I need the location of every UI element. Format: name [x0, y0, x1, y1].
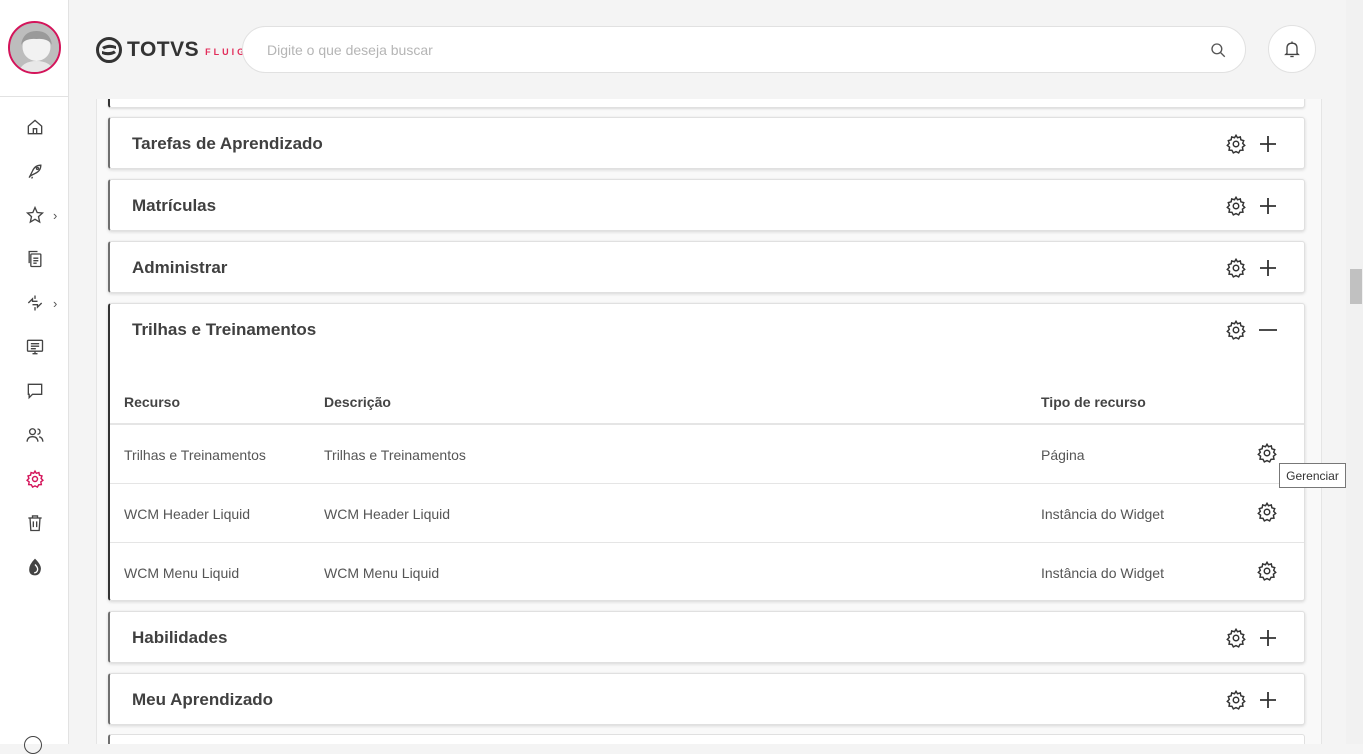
- column-header-recurso: Recurso: [124, 394, 181, 410]
- panel-header[interactable]: Trilhas e Treinamentos: [110, 304, 1304, 356]
- panel-title: Administrar: [132, 258, 228, 277]
- cell-description: WCM Header Liquid: [324, 506, 451, 522]
- panel-title: Tarefas de Aprendizado: [132, 134, 323, 153]
- cell-type: Página: [1041, 447, 1085, 463]
- help-icon[interactable]: [24, 736, 42, 754]
- trash-icon: [27, 515, 42, 532]
- sidebar-item-workflow[interactable]: ›: [0, 283, 69, 323]
- panel-trilhas-e-treinamentos: Trilhas e Treinamentos Recurso Descrição…: [108, 303, 1305, 601]
- panel-meu-aprendizado[interactable]: Meu Aprendizado: [108, 673, 1305, 725]
- plus-icon[interactable]: [1258, 628, 1278, 648]
- avatar-container: [0, 0, 68, 97]
- gear-icon[interactable]: [1256, 560, 1278, 582]
- chevron-right-icon: ›: [53, 207, 58, 223]
- gear-icon[interactable]: [1256, 442, 1278, 464]
- scrollbar-thumb[interactable]: [1350, 269, 1362, 304]
- sidebar-item-presentation[interactable]: [0, 327, 69, 367]
- panel-header[interactable]: Habilidades: [110, 612, 1304, 664]
- cell-description: Trilhas e Treinamentos: [324, 447, 466, 463]
- cell-resource: WCM Header Liquid: [124, 506, 251, 522]
- scrollbar[interactable]: [1346, 0, 1363, 744]
- cell-resource: Trilhas e Treinamentos: [124, 447, 266, 463]
- sidebar-item-chat[interactable]: [0, 371, 69, 411]
- resources-table: Recurso Descrição Tipo de recurso Trilha…: [110, 356, 1304, 602]
- panel-header[interactable]: Tarefas de Aprendizado: [110, 118, 1304, 170]
- sidebar-item-trash[interactable]: [0, 503, 69, 543]
- gear-icon: [25, 469, 44, 489]
- gear-icon[interactable]: [1225, 195, 1247, 217]
- minus-icon[interactable]: [1258, 320, 1278, 340]
- panel-header[interactable]: Meu Aprendizado: [110, 674, 1304, 726]
- plus-icon[interactable]: [1258, 258, 1278, 278]
- gear-icon[interactable]: [1225, 257, 1247, 279]
- search-input[interactable]: [267, 39, 1167, 61]
- gear-icon[interactable]: [1225, 689, 1247, 711]
- panel-title: Trilhas e Treinamentos: [132, 320, 317, 339]
- cell-type: Instância do Widget: [1041, 565, 1164, 581]
- main-content: Tarefas de Aprendizado Matrículas Admini…: [70, 99, 1346, 744]
- panel-habilidades[interactable]: Habilidades: [108, 611, 1305, 663]
- sidebar: › ›: [0, 0, 69, 754]
- panel-administrar[interactable]: Administrar: [108, 241, 1305, 293]
- panel-title: Matrículas: [132, 196, 217, 215]
- panel-matriculas[interactable]: Matrículas: [108, 179, 1305, 231]
- sidebar-item-fluig[interactable]: [0, 547, 69, 587]
- panel-tarefas-de-aprendizado[interactable]: Tarefas de Aprendizado: [108, 117, 1305, 169]
- home-icon: [27, 119, 42, 135]
- search-icon[interactable]: [1209, 41, 1227, 59]
- panel-header[interactable]: Matrículas: [110, 180, 1304, 232]
- sidebar-item-documents[interactable]: [0, 239, 69, 279]
- plus-icon[interactable]: [1258, 690, 1278, 710]
- table-row: WCM Header Liquid WCM Header Liquid Inst…: [110, 484, 1304, 543]
- rocket-icon: [28, 164, 42, 179]
- totvs-fluig-logo[interactable]: TOTVS FLUIG: [96, 37, 247, 63]
- sidebar-item-users[interactable]: [0, 415, 69, 455]
- cell-resource: WCM Menu Liquid: [124, 565, 240, 581]
- chat-icon: [27, 383, 42, 400]
- column-header-descricao: Descrição: [324, 394, 391, 410]
- tooltip-gerenciar: Gerenciar: [1279, 463, 1346, 488]
- gear-icon[interactable]: [1225, 319, 1247, 341]
- users-icon: [25, 428, 44, 442]
- sidebar-item-favorites[interactable]: ›: [0, 195, 69, 235]
- cell-type: Instância do Widget: [1041, 506, 1164, 522]
- cell-description: WCM Menu Liquid: [324, 565, 440, 581]
- plus-icon[interactable]: [1258, 134, 1278, 154]
- panel-title: Meu Aprendizado: [132, 690, 274, 709]
- panel-header[interactable]: Administrar: [110, 242, 1304, 294]
- column-header-tipo: Tipo de recurso: [1041, 394, 1146, 410]
- avatar[interactable]: [8, 21, 61, 74]
- table-row: WCM Menu Liquid WCM Menu Liquid Instânci…: [110, 543, 1304, 602]
- table-row: Trilhas e Treinamentos Trilhas e Treinam…: [110, 425, 1304, 484]
- gear-icon[interactable]: [1256, 501, 1278, 523]
- search-bar: [242, 26, 1246, 73]
- notifications-button[interactable]: [1268, 25, 1316, 73]
- table-header: Recurso Descrição Tipo de recurso: [110, 356, 1304, 425]
- header: TOTVS FLUIG: [70, 0, 1363, 99]
- plus-icon[interactable]: [1258, 196, 1278, 216]
- gear-icon[interactable]: [1225, 133, 1247, 155]
- logo-subtext: FLUIG: [205, 46, 248, 57]
- logo-text: TOTVS: [127, 38, 200, 61]
- workflow-icon: [27, 295, 42, 311]
- sidebar-item-home[interactable]: [0, 107, 69, 147]
- panel-title: Habilidades: [132, 628, 228, 647]
- sidebar-item-settings[interactable]: [0, 459, 69, 499]
- presentation-icon: [26, 339, 43, 355]
- sidebar-item-rocket[interactable]: [0, 151, 69, 191]
- bell-icon: [1284, 41, 1300, 58]
- panel-collapsed-partial: [108, 99, 1305, 108]
- panel-collapsed-partial: [108, 734, 1305, 744]
- fluig-drop-icon: [28, 558, 41, 576]
- documents-icon: [28, 250, 41, 268]
- totvs-logo-icon: [96, 37, 122, 63]
- chevron-right-icon: ›: [53, 295, 58, 311]
- star-icon: [25, 205, 44, 224]
- gear-icon[interactable]: [1225, 627, 1247, 649]
